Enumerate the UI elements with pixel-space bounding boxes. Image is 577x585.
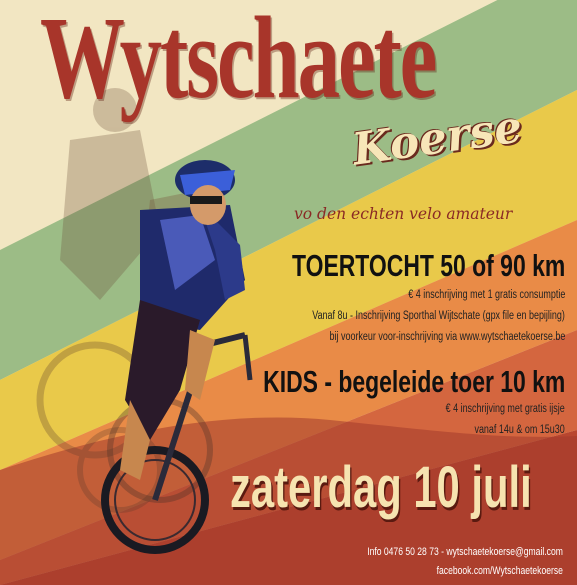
event-toertocht-title: TOERTOCHT 50 of 90 km: [291, 248, 565, 283]
contact-info: Info 0476 50 28 73 - wytschaetekoerse@gm…: [367, 546, 563, 558]
event-kids-fee: € 4 inschrijving met gratis ijsje: [445, 403, 565, 415]
title-wytschaete: Wytschaete: [40, 0, 437, 123]
facebook-link: facebook.com/Wytschaetekoerse: [436, 565, 563, 577]
tagline: vo den echten velo amateur: [294, 205, 513, 223]
event-date: zaterdag 10 juli: [230, 455, 532, 520]
event-toertocht-start: Vanaf 8u - Inschrijving Sporthal Wijtsch…: [312, 310, 565, 322]
event-kids-title: KIDS - begeleide toer 10 km: [262, 364, 565, 399]
event-toertocht-fee: € 4 inschrijving met 1 gratis consumptie: [407, 289, 565, 301]
event-kids-times: vanaf 14u & om 15u30: [474, 424, 565, 436]
poster: Wytschaete Koerse vo den echten velo ama…: [0, 0, 577, 585]
event-toertocht-preregister: bij voorkeur voor-inschrijving via www.w…: [329, 331, 565, 343]
